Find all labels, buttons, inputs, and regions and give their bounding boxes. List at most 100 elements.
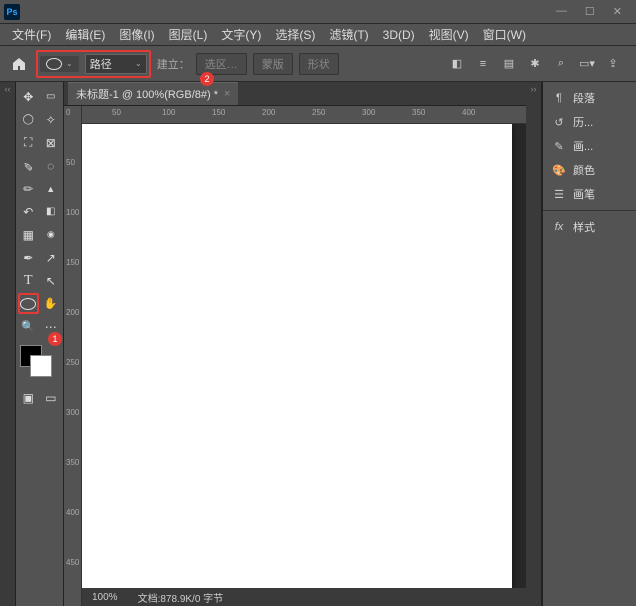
status-bar: 100% 文档:878.9K/0 字节 [82,588,526,606]
menu-select[interactable]: 选择(S) [269,26,321,43]
separator [543,210,636,211]
titlebar: Ps — ☐ ✕ [0,0,636,24]
eyedropper-tool[interactable] [18,155,39,176]
toolbox: 1 ▣▭ [16,82,64,606]
right-collapse-strip[interactable]: ›› [526,82,542,606]
move-tool[interactable] [18,86,39,107]
hand-tool[interactable] [41,293,61,314]
patch-tool[interactable] [41,155,62,176]
shape-tool[interactable] [18,293,39,314]
share-icon[interactable]: ⇪ [604,55,622,73]
option-icons: ◧ ≡ ▤ ✱ ⌕ ▭▾ ⇪ [448,55,628,73]
menu-filter[interactable]: 滤镜(T) [323,26,374,43]
background-swatch[interactable] [30,355,52,377]
path-select-tool[interactable] [41,247,62,268]
menubar: 文件(F) 编辑(E) 图像(I) 图层(L) 文字(Y) 选择(S) 滤镜(T… [0,24,636,46]
menu-edit[interactable]: 编辑(E) [59,26,111,43]
mode-value: 路径 [90,56,112,72]
frame-tool[interactable] [41,132,62,153]
canvas[interactable] [82,124,512,588]
panel-styles[interactable]: fx 样式 [543,215,636,239]
ellipse-icon [46,58,62,70]
ruler-vertical: 050100150200250300350400450 [64,106,82,606]
path-ops-icon[interactable]: ◧ [448,55,466,73]
marquee-tool[interactable] [41,86,62,107]
panel-color[interactable]: 🎨 颜色 [543,158,636,182]
direct-select-tool[interactable] [41,270,62,291]
shape-tool-picker[interactable]: ⌄ [40,56,79,72]
menu-3d[interactable]: 3D(D) [377,28,421,42]
quickmask-tool[interactable]: ▣ [18,387,39,408]
pen-tool[interactable] [18,247,39,268]
search-icon[interactable]: ⌕ [552,55,570,73]
mode-dropdown[interactable]: 路径 ⌄ [85,54,147,74]
annotation-badge-2: 2 [200,72,214,86]
collapse-icon: ‹‹ [5,84,11,94]
menu-window[interactable]: 窗口(W) [477,26,532,43]
brushes-icon: ☰ [551,186,567,202]
menu-layer[interactable]: 图层(L) [163,26,214,43]
doc-info: 文档:878.9K/0 字节 [138,590,224,605]
mask-button[interactable]: 蒙版 [253,53,293,75]
panel-label: 样式 [573,219,595,235]
gradient-tool[interactable] [18,224,39,245]
workspace: ‹‹ 1 ▣▭ 未标题-1 @ 100%(RGB/8#) * × 0501001… [0,82,636,606]
screenmode-tool[interactable]: ▭ [41,387,62,408]
blur-tool[interactable] [41,224,62,245]
options-bar: ⌄ 路径 ⌄ 2 建立： 选区… 蒙版 形状 ◧ ≡ ▤ ✱ ⌕ ▭▾ ⇪ [0,46,636,82]
highlight-box-2: ⌄ 路径 ⌄ [36,50,151,78]
eraser-tool[interactable] [41,201,62,222]
canvas-viewport[interactable] [82,124,526,588]
right-panel: ¶ 段落 ↺ 历... ✎ 画... 🎨 颜色 ☰ 画笔 fx 样式 [542,82,636,606]
tab-strip: 未标题-1 @ 100%(RGB/8#) * × [64,82,526,106]
annotation-badge-1: 1 [48,332,62,346]
app-logo: Ps [4,4,20,20]
history-icon: ↺ [551,114,567,130]
panel-label: 画... [573,138,593,154]
ellipse-icon [20,298,36,310]
align-icon[interactable]: ≡ [474,55,492,73]
wand-tool[interactable] [41,109,62,130]
chevron-down-icon: ⌄ [66,59,73,68]
gear-icon[interactable]: ✱ [526,55,544,73]
menu-image[interactable]: 图像(I) [113,26,160,43]
arrange-icon[interactable]: ▤ [500,55,518,73]
panel-label: 画笔 [573,186,595,202]
menu-view[interactable]: 视图(V) [423,26,475,43]
brush-tool[interactable] [18,178,39,199]
panel-brush[interactable]: ✎ 画... [543,134,636,158]
fx-icon: fx [551,219,567,235]
brush-icon: ✎ [551,138,567,154]
panel-paragraph[interactable]: ¶ 段落 [543,86,636,110]
menu-file[interactable]: 文件(F) [6,26,57,43]
workspace-icon[interactable]: ▭▾ [578,55,596,73]
window-close[interactable]: ✕ [613,5,622,18]
close-icon[interactable]: × [224,88,230,100]
zoom-tool[interactable] [18,316,39,337]
menu-type[interactable]: 文字(Y) [215,26,267,43]
zoom-level[interactable]: 100% [92,592,118,603]
paragraph-icon: ¶ [551,90,567,106]
history-brush-tool[interactable] [18,201,39,222]
panel-label: 历... [573,114,593,130]
window-minimize[interactable]: — [556,5,567,18]
text-tool[interactable] [18,270,39,291]
panel-label: 颜色 [573,162,595,178]
lasso-tool[interactable] [18,109,39,130]
shape-button[interactable]: 形状 [299,53,339,75]
edit-area: 未标题-1 @ 100%(RGB/8#) * × 050100150200250… [64,82,526,606]
selection-button[interactable]: 选区… [196,53,247,75]
color-swatches[interactable] [18,345,58,377]
collapse-icon: ›› [531,84,537,94]
window-maximize[interactable]: ☐ [585,5,595,18]
document-tab[interactable]: 未标题-1 @ 100%(RGB/8#) * × [68,82,238,105]
palette-icon: 🎨 [551,162,567,178]
panel-label: 段落 [573,90,595,106]
panel-brushes[interactable]: ☰ 画笔 [543,182,636,206]
home-icon[interactable] [8,53,30,75]
left-collapse-strip[interactable]: ‹‹ [0,82,16,606]
crop-tool[interactable] [18,132,39,153]
stamp-tool[interactable] [41,178,62,199]
panel-history[interactable]: ↺ 历... [543,110,636,134]
tab-title: 未标题-1 @ 100%(RGB/8#) * [76,86,218,102]
